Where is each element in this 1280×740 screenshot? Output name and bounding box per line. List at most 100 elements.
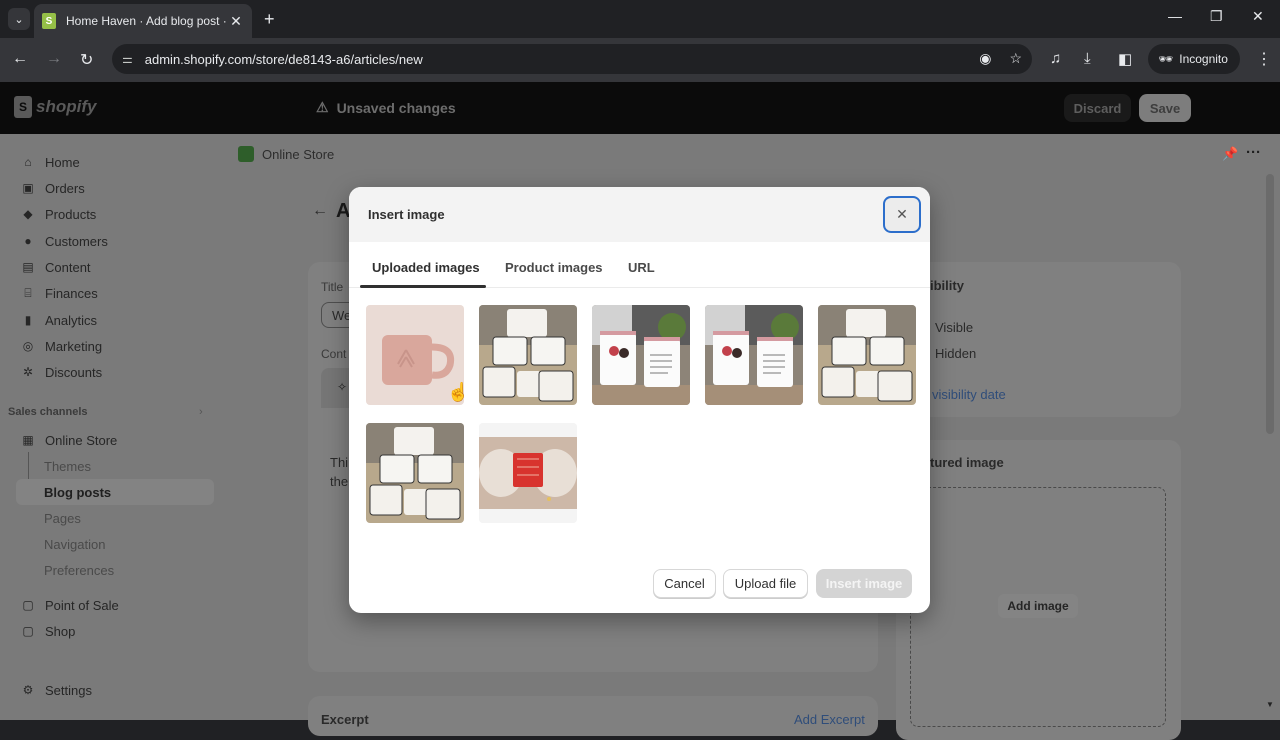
- browser-tab-strip: ⌄ S Home Haven · Add blog post · Shopify…: [0, 0, 1280, 38]
- active-tab-indicator: [360, 285, 486, 288]
- person-icon: ●: [24, 234, 32, 248]
- image-thumbnail[interactable]: [479, 305, 577, 405]
- title-label: Title: [321, 280, 344, 294]
- tab-search-button[interactable]: ⌄: [8, 8, 30, 30]
- tab-product-images[interactable]: Product images: [505, 260, 603, 275]
- set-visibility-date-link[interactable]: visibility date: [932, 387, 1006, 402]
- shopify-favicon-icon: S: [42, 13, 56, 29]
- sidebar-item-finances[interactable]: ⌸ Finances: [0, 280, 214, 306]
- image-thumbnail[interactable]: [705, 305, 803, 405]
- sidebar-item-label: Home: [45, 154, 80, 170]
- media-control-icon[interactable]: ♫: [1050, 50, 1061, 67]
- discard-button[interactable]: Discard: [1064, 94, 1131, 122]
- sidebar-item-label: Content: [45, 259, 91, 275]
- page-scrollbar[interactable]: [1266, 174, 1274, 434]
- unsaved-text: Unsaved changes: [336, 99, 456, 116]
- more-actions-icon[interactable]: ···: [1246, 144, 1261, 161]
- sidebar-item-discounts[interactable]: ✲ Discounts: [0, 359, 214, 385]
- save-button[interactable]: Save: [1139, 94, 1191, 122]
- sidebar-sub-blog-posts[interactable]: Blog posts: [16, 479, 214, 505]
- modal-title: Insert image: [368, 207, 445, 222]
- sidebar-item-marketing[interactable]: ◎ Marketing: [0, 333, 214, 359]
- breadcrumb[interactable]: Online Store: [238, 146, 334, 162]
- sidebar-item-online-store[interactable]: ▦ Online Store: [0, 427, 214, 453]
- content-label: Cont: [321, 347, 347, 361]
- close-window-icon[interactable]: ✕: [1252, 8, 1264, 25]
- shopify-bag-icon: S: [14, 96, 32, 118]
- sidebar-sub-themes[interactable]: Themes: [44, 459, 91, 474]
- cancel-button[interactable]: Cancel: [653, 569, 716, 598]
- storefront-icon: ▦: [22, 433, 34, 447]
- sidebar-sub-pages[interactable]: Pages: [44, 511, 81, 526]
- sidebar-item-point-of-sale[interactable]: ▢ Point of Sale: [0, 592, 214, 618]
- content-text-line-1: Thi: [330, 455, 349, 470]
- close-modal-button[interactable]: ✕: [883, 196, 921, 233]
- tab-url[interactable]: URL: [628, 260, 655, 275]
- modal-header: Insert image ✕: [349, 187, 930, 242]
- url-text: admin.shopify.com/store/de8143-a6/articl…: [144, 51, 423, 67]
- back-arrow-icon[interactable]: ←: [312, 202, 328, 220]
- visible-option[interactable]: Visible: [935, 320, 973, 335]
- enamel-mugs-image: [818, 305, 916, 405]
- insert-image-button[interactable]: Insert image: [816, 569, 912, 598]
- image-icon: ▤: [22, 260, 34, 274]
- sidebar-item-products[interactable]: ◆ Products: [0, 201, 214, 227]
- new-tab-button[interactable]: +: [264, 9, 275, 30]
- browser-tab[interactable]: S Home Haven · Add blog post · Shopify ✕: [34, 4, 252, 38]
- hand-pointer-cursor-icon: ☝: [447, 382, 470, 402]
- enamel-mugs-image: [479, 305, 577, 405]
- image-thumbnail[interactable]: [592, 305, 690, 405]
- excerpt-card: [308, 696, 878, 736]
- close-tab-icon[interactable]: ✕: [228, 13, 244, 30]
- forward-icon[interactable]: →: [46, 50, 62, 68]
- sidebar-item-label: Orders: [45, 180, 85, 196]
- sidebar-item-label: Online Store: [45, 432, 118, 448]
- tab-title: Home Haven · Add blog post · Shopify: [66, 14, 228, 28]
- download-icon[interactable]: ⤓: [1084, 50, 1091, 67]
- online-store-icon: [238, 146, 254, 162]
- shopify-wordmark: shopify: [36, 97, 97, 116]
- enamel-mugs-image: [366, 423, 464, 523]
- browser-menu-icon[interactable]: ⋮: [1256, 49, 1272, 69]
- minimize-icon[interactable]: —: [1168, 8, 1182, 24]
- upload-file-button[interactable]: Upload file: [723, 569, 808, 598]
- eye-off-icon[interactable]: ◉: [979, 50, 991, 67]
- sidebar-sub-preferences[interactable]: Preferences: [44, 563, 114, 578]
- sidebar-item-analytics[interactable]: ▮ Analytics: [0, 307, 214, 333]
- reload-icon[interactable]: ↻: [80, 50, 93, 70]
- side-panel-icon[interactable]: ◧: [1118, 50, 1132, 68]
- sidebar-item-orders[interactable]: ▣ Orders: [0, 175, 214, 201]
- sidebar-item-settings[interactable]: ⚙ Settings: [0, 677, 214, 703]
- ai-sparkle-icon[interactable]: ✧: [337, 380, 347, 394]
- hidden-option[interactable]: Hidden: [935, 346, 976, 361]
- pin-icon[interactable]: 📌: [1222, 146, 1238, 162]
- printed-mugs-image: [592, 305, 690, 405]
- star-icon[interactable]: ☆: [1009, 50, 1022, 67]
- warning-icon: ⚠: [316, 99, 329, 115]
- sidebar-item-content[interactable]: ▤ Content: [0, 254, 214, 280]
- image-thumbnail[interactable]: [818, 305, 916, 405]
- chevron-right-icon[interactable]: ›: [199, 406, 203, 418]
- sidebar-item-label: Settings: [45, 682, 92, 698]
- tab-uploaded-images[interactable]: Uploaded images: [372, 260, 480, 275]
- inbox-icon: ▣: [22, 181, 34, 195]
- gift-box-image: [479, 423, 577, 523]
- sidebar-item-home[interactable]: ⌂ Home: [0, 149, 214, 175]
- target-icon: ◎: [22, 339, 34, 353]
- shopify-logo[interactable]: S shopify: [14, 96, 96, 118]
- sidebar-item-customers[interactable]: ● Customers: [0, 228, 214, 254]
- scroll-down-icon[interactable]: ▼: [1266, 700, 1274, 709]
- add-image-button[interactable]: Add image: [998, 594, 1078, 618]
- back-icon[interactable]: ←: [12, 50, 28, 68]
- incognito-badge[interactable]: 🕶 Incognito: [1148, 44, 1240, 74]
- image-thumbnail[interactable]: [366, 423, 464, 523]
- sidebar-sub-navigation[interactable]: Navigation: [44, 537, 105, 552]
- site-settings-icon[interactable]: ⚌: [122, 52, 133, 66]
- image-thumbnail[interactable]: [479, 423, 577, 523]
- sidebar-item-label: Shop: [45, 623, 76, 639]
- address-bar[interactable]: ⚌ admin.shopify.com/store/de8143-a6/arti…: [112, 44, 1032, 74]
- content-text-line-2: the: [330, 474, 349, 489]
- sidebar-item-shop[interactable]: ▢ Shop: [0, 618, 214, 644]
- restore-icon[interactable]: ❐: [1210, 8, 1223, 25]
- visibility-title: ibility: [930, 278, 964, 293]
